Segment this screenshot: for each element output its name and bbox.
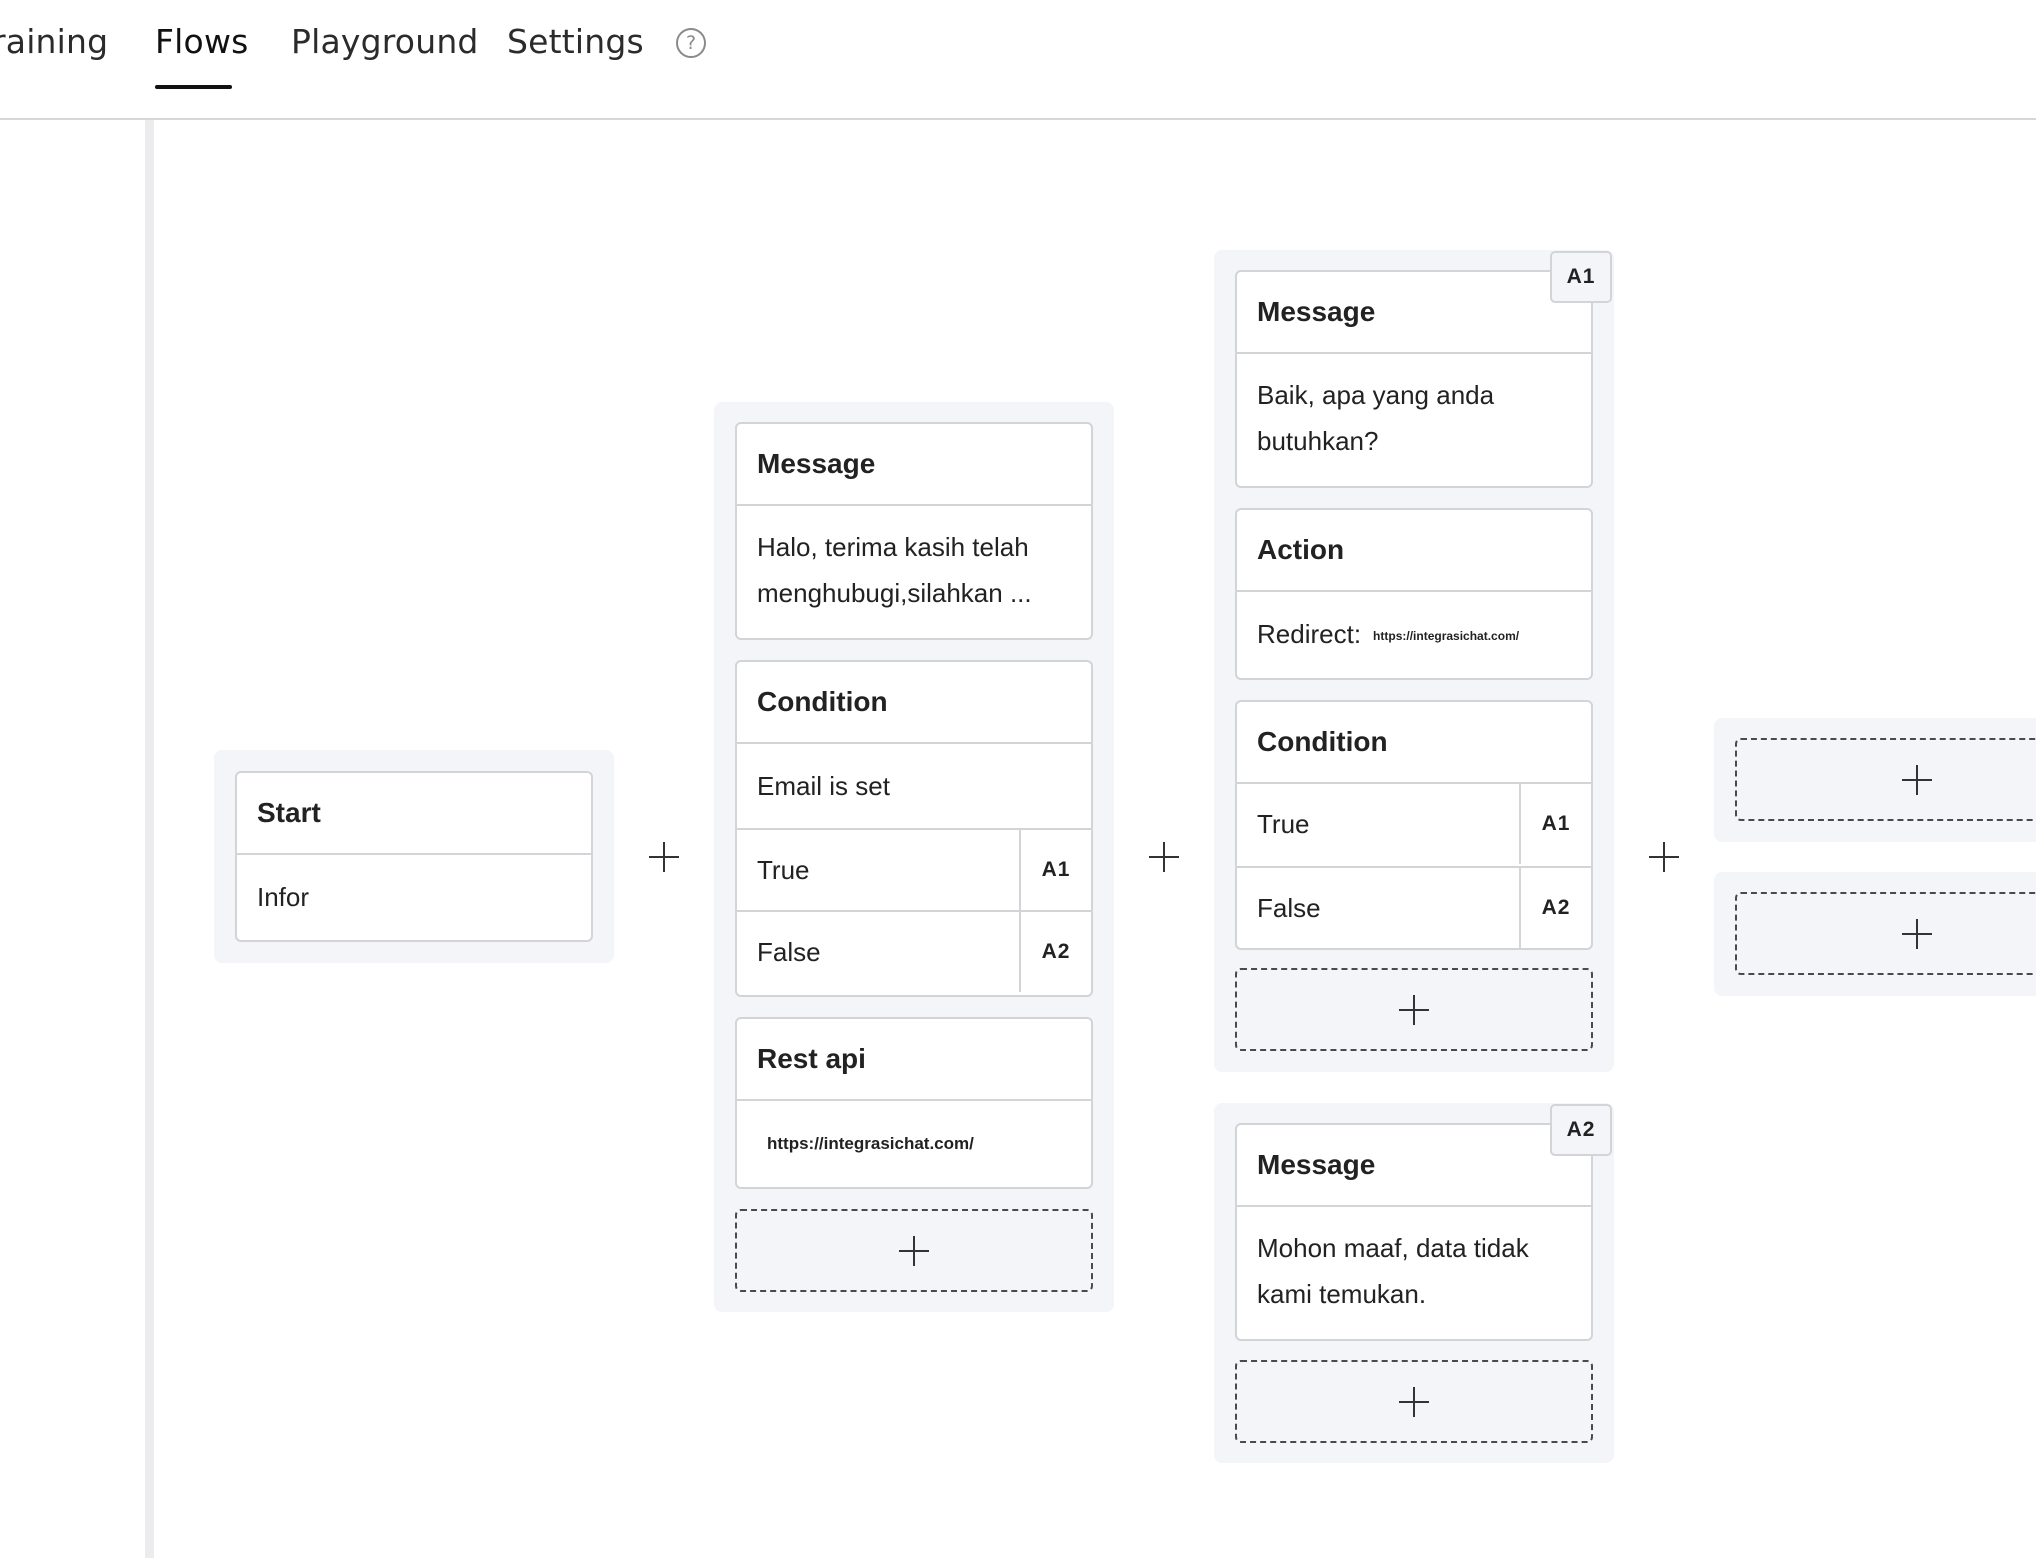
- tab-settings[interactable]: Settings: [507, 22, 644, 61]
- message-body: Mohon maaf, data tidak kami temukan.: [1257, 1233, 1529, 1309]
- tab-training[interactable]: raining: [0, 22, 108, 61]
- branch-label: True: [1257, 809, 1310, 839]
- plus-icon: [1902, 918, 1932, 949]
- empty-branch-group-1: [1714, 718, 2036, 842]
- message-title: Message: [737, 424, 1091, 506]
- start-card[interactable]: Start Infor: [235, 771, 593, 942]
- plus-icon: [1399, 994, 1429, 1025]
- plus-icon: [1399, 1386, 1429, 1417]
- add-step-connector-3[interactable]: [1649, 842, 1679, 872]
- message-title: Message: [1237, 1125, 1591, 1207]
- add-step-button[interactable]: [1235, 968, 1593, 1051]
- start-body: Infor: [257, 882, 310, 912]
- active-tab-indicator: [155, 85, 232, 89]
- branch-label: True: [757, 855, 810, 885]
- start-title: Start: [237, 773, 591, 855]
- action-card[interactable]: Action Redirect: https://integrasichat.co…: [1235, 508, 1593, 680]
- condition-branch-false[interactable]: False A2: [1237, 866, 1591, 948]
- sidebar-divider: [145, 120, 154, 1558]
- action-body: Redirect: https://integrasichat.com/: [1237, 592, 1591, 678]
- rest-api-url: https://integrasichat.com/: [767, 1134, 974, 1153]
- top-navigation: raining Flows Playground Settings ?: [0, 0, 2036, 120]
- step-group-a2: Message Mohon maaf, data tidak kami temu…: [1214, 1103, 1614, 1463]
- action-label: Redirect:: [1257, 619, 1362, 649]
- add-step-button[interactable]: [1735, 738, 2036, 821]
- action-title: Action: [1237, 510, 1591, 592]
- step-group-main: Message Halo, terima kasih telah menghub…: [714, 402, 1114, 1312]
- condition-branch-true[interactable]: True A1: [737, 828, 1091, 910]
- redirect-url: https://integrasichat.com/: [1373, 629, 1520, 644]
- step-id-badge: A2: [1550, 1104, 1612, 1156]
- message-card[interactable]: Message Halo, terima kasih telah menghub…: [735, 422, 1093, 640]
- add-step-button[interactable]: [1235, 1360, 1593, 1443]
- branch-target-badge: A1: [1519, 784, 1591, 864]
- condition-expression: Email is set: [757, 771, 890, 801]
- condition-title: Condition: [737, 662, 1091, 744]
- rest-api-body: https://integrasichat.com/: [737, 1101, 1091, 1183]
- plus-icon: [899, 1235, 929, 1266]
- branch-target-badge: A2: [1519, 868, 1591, 948]
- plus-icon: [1902, 764, 1932, 795]
- empty-branch-group-2: [1714, 872, 2036, 996]
- tab-flows[interactable]: Flows: [155, 22, 249, 61]
- condition-branch-true[interactable]: True A1: [1237, 784, 1591, 866]
- message-card[interactable]: Message Baik, apa yang anda butuhkan?: [1235, 270, 1593, 488]
- add-step-connector-2[interactable]: [1149, 842, 1179, 872]
- condition-title: Condition: [1237, 702, 1591, 784]
- rest-api-title: Rest api: [737, 1019, 1091, 1101]
- help-icon[interactable]: ?: [676, 28, 706, 58]
- step-group-a1: Message Baik, apa yang anda butuhkan? Ac…: [1214, 250, 1614, 1072]
- branch-label: False: [1257, 893, 1321, 923]
- message-card[interactable]: Message Mohon maaf, data tidak kami temu…: [1235, 1123, 1593, 1341]
- message-body: Baik, apa yang anda butuhkan?: [1257, 380, 1495, 456]
- add-step-button[interactable]: [735, 1209, 1093, 1292]
- condition-card[interactable]: Condition Email is set True A1 False A2: [735, 660, 1093, 997]
- start-node-group: Start Infor: [214, 750, 614, 963]
- branch-target-badge: A1: [1019, 830, 1091, 910]
- rest-api-card[interactable]: Rest api https://integrasichat.com/: [735, 1017, 1093, 1189]
- message-title: Message: [1237, 272, 1591, 354]
- branch-label: False: [757, 937, 821, 967]
- condition-card[interactable]: Condition True A1 False A2: [1235, 700, 1593, 950]
- branch-target-badge: A2: [1019, 912, 1091, 992]
- condition-branch-false[interactable]: False A2: [737, 910, 1091, 992]
- tab-playground[interactable]: Playground: [291, 22, 479, 61]
- add-step-connector-1[interactable]: [649, 842, 679, 872]
- add-step-button[interactable]: [1735, 892, 2036, 975]
- message-body: Halo, terima kasih telah menghubugi,sila…: [757, 532, 1032, 608]
- step-id-badge: A1: [1550, 251, 1612, 303]
